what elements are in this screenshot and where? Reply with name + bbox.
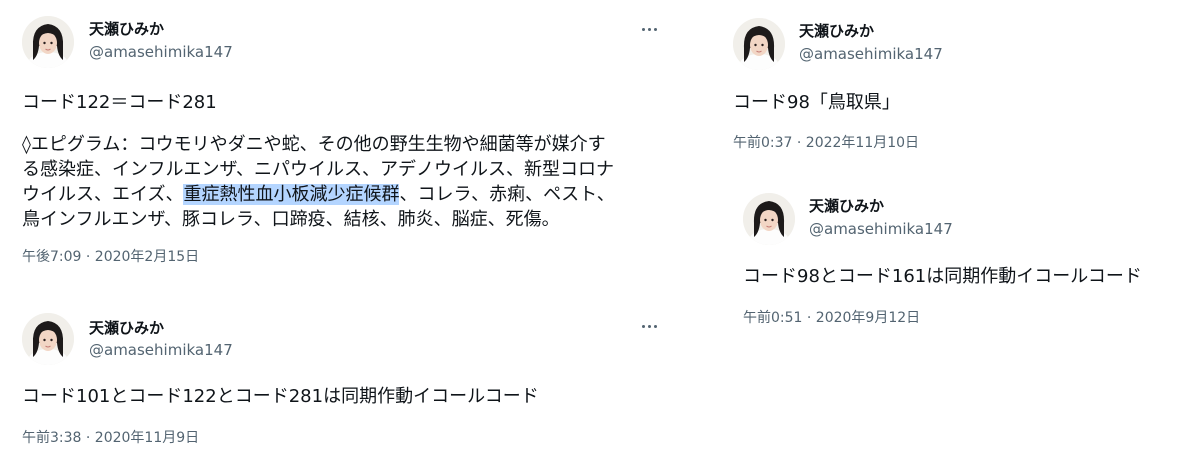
more-horizontal-icon[interactable]	[637, 19, 661, 39]
author-name[interactable]: 天瀬ひみか	[89, 19, 164, 39]
tweet-body-text: 、コレラ、赤痢、ペスト、	[399, 184, 615, 205]
tweet-body: コード98「鳥取県」	[733, 92, 900, 113]
tweet-timestamp[interactable]: 午後7:09 · 2020年2月15日	[22, 248, 199, 266]
tweet-body-text: ウイルス、エイズ、	[22, 184, 184, 205]
tweet-timestamp[interactable]: 午前3:38 · 2020年11月9日	[22, 429, 199, 447]
author-name[interactable]: 天瀬ひみか	[89, 318, 164, 338]
author-handle[interactable]: @amasehimika147	[89, 42, 233, 62]
tweet-body-line: ◊エピグラム：コウモリやダニや蛇、その他の野生生物や細菌等が媒介す	[22, 134, 606, 155]
author-handle[interactable]: @amasehimika147	[799, 44, 943, 64]
tweet-body-line: 鳥インフルエンザ、豚コレラ、口蹄疫、結核、肺炎、脳症、死傷。	[22, 209, 560, 230]
tweet-body: コード98とコード161は同期作動イコールコード	[743, 266, 1142, 287]
selected-text-highlight: 重症熱性血小板減少症候群	[183, 184, 400, 205]
author-name[interactable]: 天瀬ひみか	[799, 21, 874, 41]
more-horizontal-icon[interactable]	[637, 316, 661, 336]
tweet-body: コード101とコード122とコード281は同期作動イコールコード	[22, 386, 539, 407]
tweet-body-line: ウイルス、エイズ、重症熱性血小板減少症候群、コレラ、赤痢、ペスト、	[22, 182, 615, 207]
author-handle[interactable]: @amasehimika147	[89, 340, 233, 360]
avatar[interactable]	[22, 16, 74, 68]
tweet-body-line: る感染症、インフルエンザ、ニパウイルス、アデノウイルス、新型コロナ	[22, 159, 615, 180]
tweet-timestamp[interactable]: 午前0:51 · 2020年9月12日	[743, 309, 920, 327]
avatar[interactable]	[22, 313, 74, 365]
avatar[interactable]	[743, 193, 795, 245]
tweet-body-line: コード122＝コード281	[22, 92, 217, 113]
tweet-timestamp[interactable]: 午前0:37 · 2022年11月10日	[733, 134, 919, 152]
author-handle[interactable]: @amasehimika147	[809, 219, 953, 239]
author-name[interactable]: 天瀬ひみか	[809, 196, 884, 216]
avatar[interactable]	[733, 18, 785, 70]
